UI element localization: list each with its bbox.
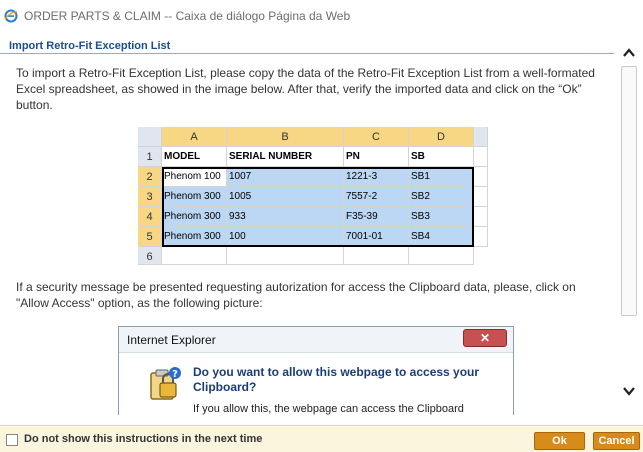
excel-cell-empty [474,227,488,247]
excel-cell: F35-39 [344,207,409,227]
excel-row-number: 3 [138,187,162,207]
excel-cell: SB2 [409,187,474,207]
scrollbar-thumb[interactable] [621,66,637,316]
excel-cell: Phenom 100 [162,167,227,187]
close-icon: ✕ [463,329,507,347]
excel-cell: 100 [227,227,344,247]
excel-cell: SB4 [409,227,474,247]
ok-button[interactable]: Ok [534,432,585,450]
excel-cell: SERIAL NUMBER [227,147,344,167]
excel-cell: Phenom 300 [162,227,227,247]
excel-row-number: 5 [138,227,162,247]
excel-example-image: A B C D 1 MODEL SERIAL NUMBER PN SB 2 Ph… [138,127,488,265]
excel-cell: Phenom 300 [162,187,227,207]
instructions-content: To import a Retro-Fit Exception List, pl… [0,55,614,415]
excel-cell-empty [474,207,488,227]
excel-cell: SB1 [409,167,474,187]
section-header: Import Retro-Fit Exception List [0,36,614,54]
excel-cell: 1007 [227,167,344,187]
excel-col-a: A [162,127,227,147]
excel-cell-empty [409,247,474,265]
vertical-scrollbar[interactable] [614,36,643,416]
ie-logo-icon [4,9,18,23]
excel-cell: 1005 [227,187,344,207]
excel-col-b: B [227,127,344,147]
excel-row: 5 Phenom 300 100 7001-01 SB4 [138,227,488,247]
excel-row: 1 MODEL SERIAL NUMBER PN SB [138,147,488,167]
do-not-show-label[interactable]: Do not show this instructions in the nex… [24,433,262,445]
ie-permission-dialog-image: Internet Explorer ✕ ? Do you want to all… [118,326,514,415]
excel-col-c: C [344,127,409,147]
excel-col-e [474,127,488,147]
ie-dialog-title: Internet Explorer [127,333,216,347]
excel-col-d: D [409,127,474,147]
excel-cell: Phenom 300 [162,207,227,227]
window-titlebar: ORDER PARTS & CLAIM -- Caixa de diálogo … [0,0,643,32]
excel-cell: 1221-3 [344,167,409,187]
do-not-show-checkbox[interactable] [6,434,18,446]
clipboard-lock-icon: ? [150,367,181,400]
excel-cell-empty [162,247,227,265]
excel-row: 6 [138,247,488,265]
excel-cell: 7001-01 [344,227,409,247]
excel-cell: MODEL [162,147,227,167]
excel-row: 4 Phenom 300 933 F35-39 SB3 [138,207,488,227]
excel-row-number: 6 [138,247,162,265]
window-title: ORDER PARTS & CLAIM -- Caixa de diálogo … [24,9,351,23]
excel-row-number: 2 [138,167,162,187]
svg-text:?: ? [172,369,178,380]
excel-cell: SB [409,147,474,167]
excel-cell: 7557-2 [344,187,409,207]
cancel-button[interactable]: Cancel [593,432,640,450]
section-title: Import Retro-Fit Exception List [9,40,171,52]
excel-row-number: 1 [138,147,162,167]
ie-dialog-body: If you allow this, the webpage can acces… [193,403,464,415]
excel-cell-empty [474,167,488,187]
excel-column-headers: A B C D [138,127,488,147]
security-text: If a security message be presented reque… [16,280,576,310]
excel-cell: SB3 [409,207,474,227]
intro-text: To import a Retro-Fit Exception List, pl… [16,66,595,112]
excel-cell-empty [474,147,488,167]
excel-cell-empty [344,247,409,265]
excel-row-number: 4 [138,207,162,227]
excel-cell: 933 [227,207,344,227]
excel-cell: PN [344,147,409,167]
chevron-up-icon[interactable] [620,44,638,62]
ie-dialog-titlebar: Internet Explorer ✕ [119,327,513,353]
chevron-down-icon[interactable] [620,382,638,400]
excel-cell-empty [227,247,344,265]
excel-row: 3 Phenom 300 1005 7557-2 SB2 [138,187,488,207]
excel-cell-empty [474,187,488,207]
excel-corner [138,127,162,147]
dialog-footer: Do not show this instructions in the nex… [0,425,643,452]
ie-dialog-question: Do you want to allow this webpage to acc… [193,365,480,394]
excel-row: 2 Phenom 100 1007 1221-3 SB1 [138,167,488,187]
